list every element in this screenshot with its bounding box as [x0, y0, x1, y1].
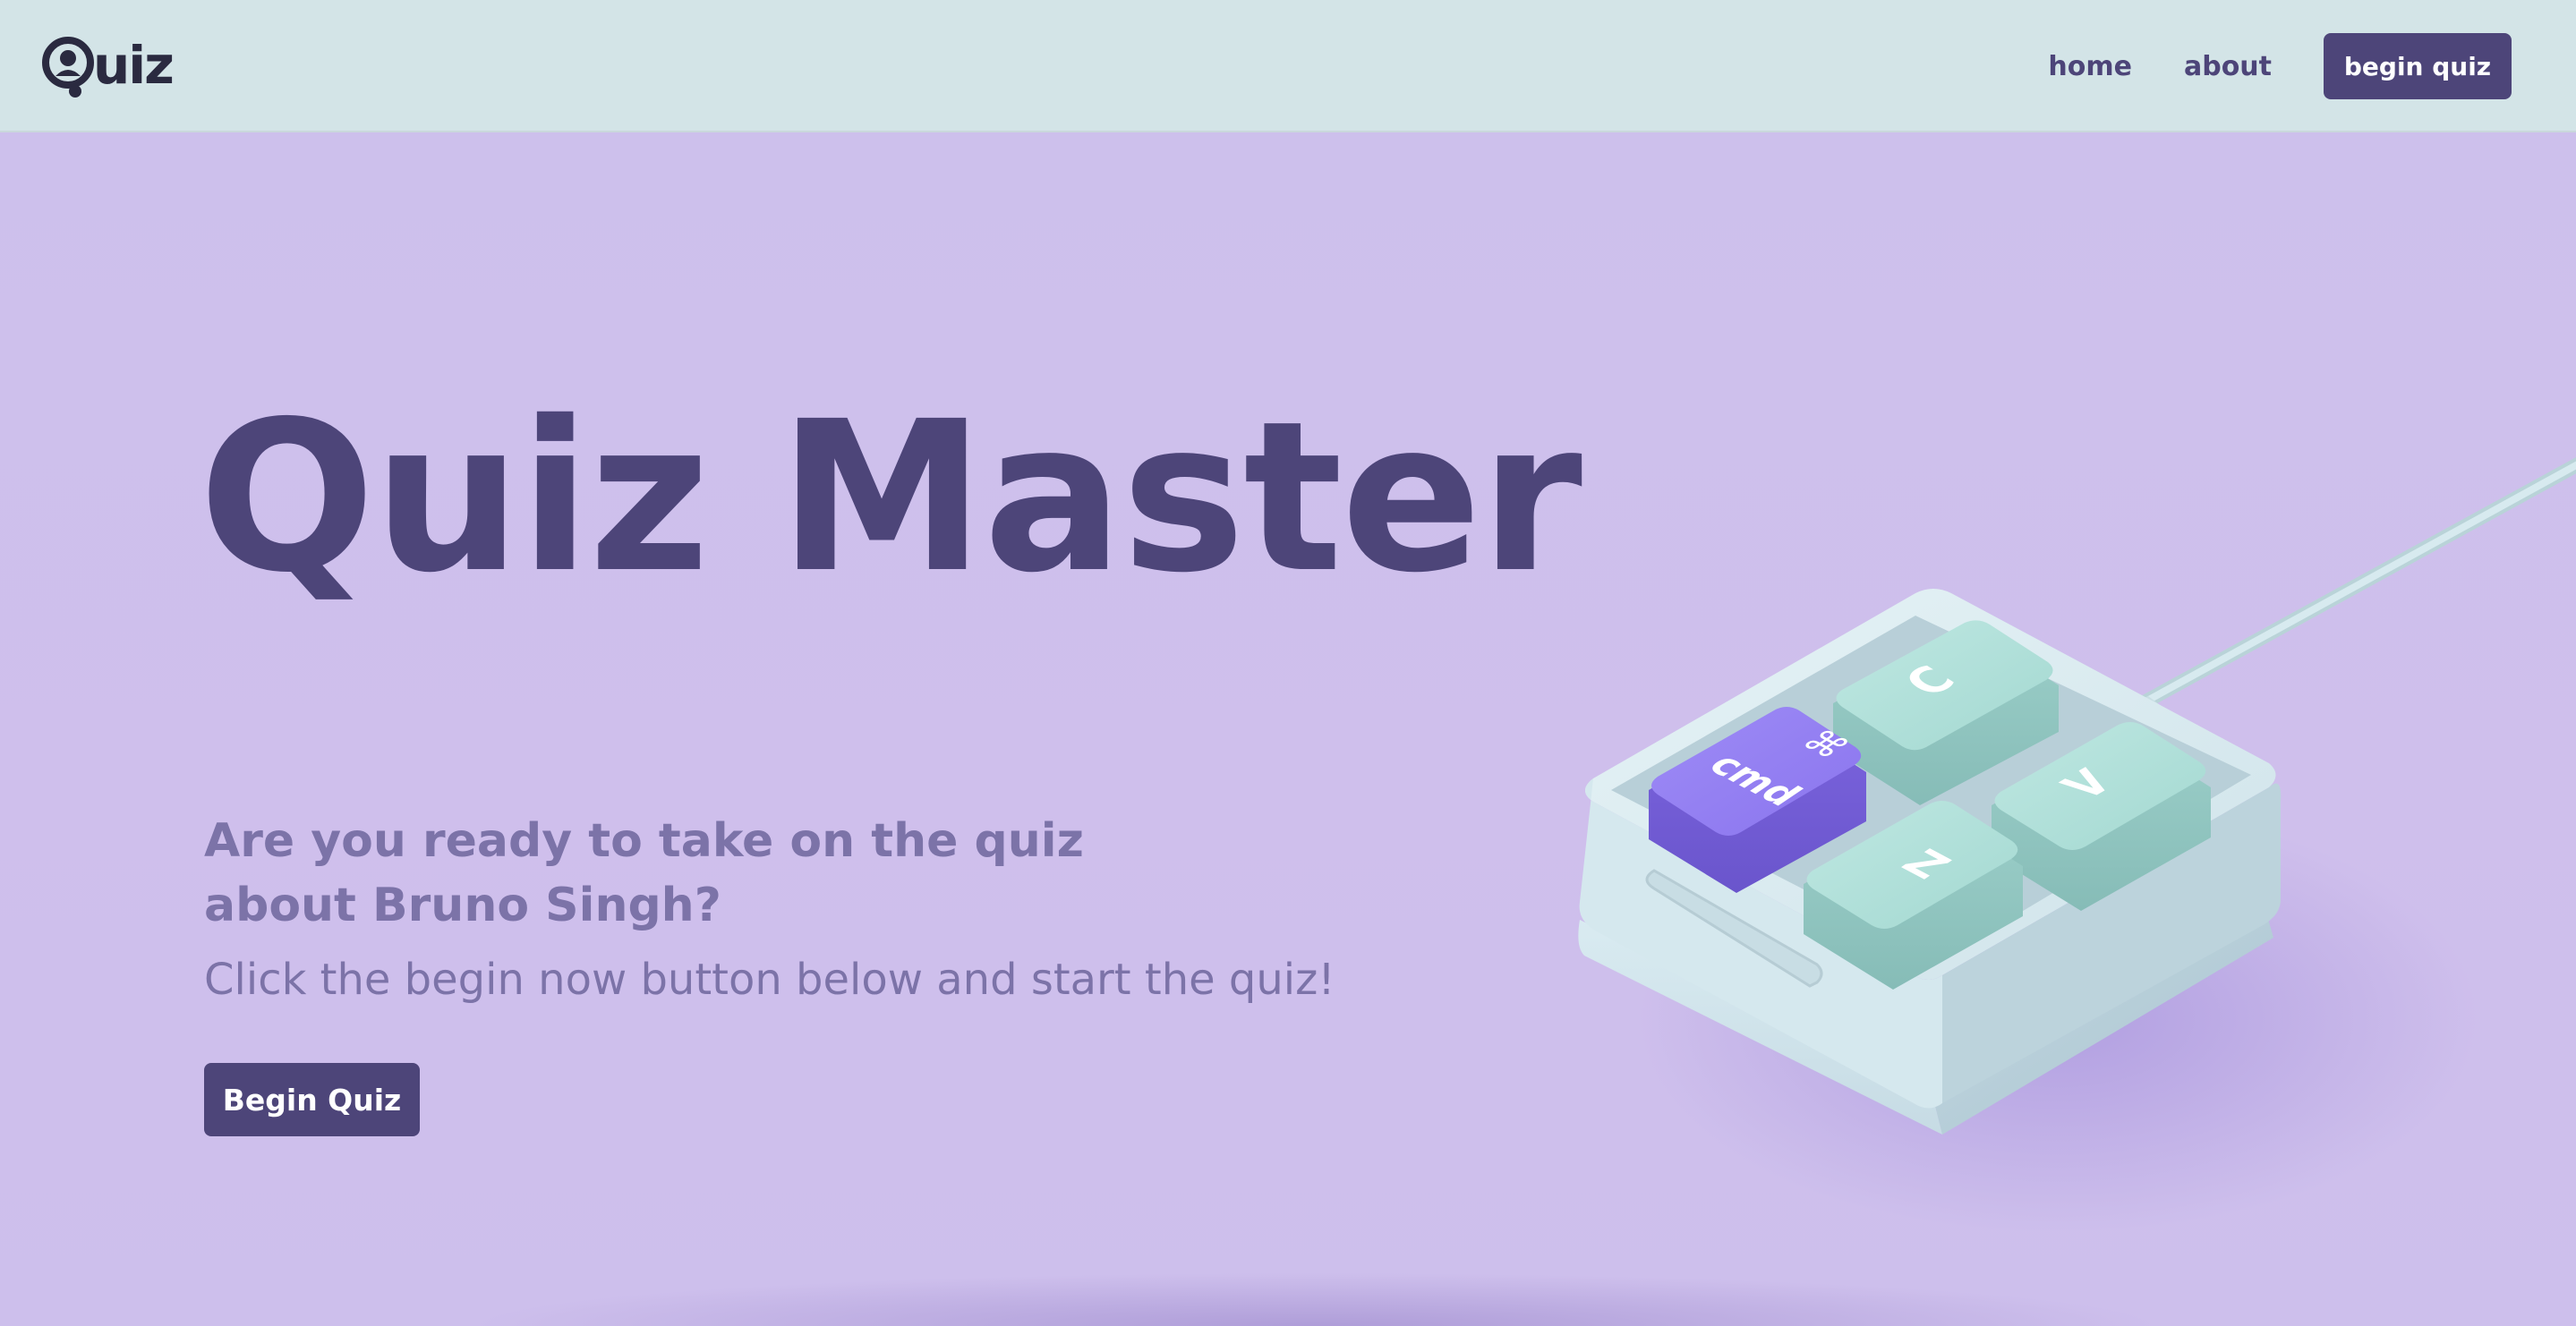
nav-link-home[interactable]: home — [2048, 51, 2132, 82]
hero-subtitle-line1: Are you ready to take on the quiz — [204, 814, 1084, 868]
logo-q-icon — [41, 33, 97, 99]
floor-shadow — [465, 1272, 2166, 1326]
hero-title: Quiz Master — [199, 377, 1582, 618]
logo[interactable]: uiz — [41, 30, 175, 102]
begin-quiz-button[interactable]: Begin Quiz — [204, 1063, 420, 1136]
nav-links: home about begin quiz — [2048, 32, 2512, 100]
hero-description: Click the begin now button below and sta… — [204, 955, 1335, 1005]
hero-subtitle: Are you ready to take on the quiz about … — [204, 809, 1099, 938]
nav-link-about[interactable]: about — [2184, 51, 2272, 82]
keypad-cable — [2105, 456, 2576, 735]
keypad-illustration: C cmd ⌘ V Z — [1578, 456, 2576, 1233]
hero-section: Quiz Master Are you ready to take on the… — [0, 132, 2576, 1326]
logo-text: uiz — [93, 35, 175, 96]
hero-subtitle-line2: about Bruno Singh? — [204, 879, 721, 932]
navbar: uiz home about begin quiz — [0, 0, 2576, 132]
nav-begin-quiz-button[interactable]: begin quiz — [2324, 33, 2512, 99]
